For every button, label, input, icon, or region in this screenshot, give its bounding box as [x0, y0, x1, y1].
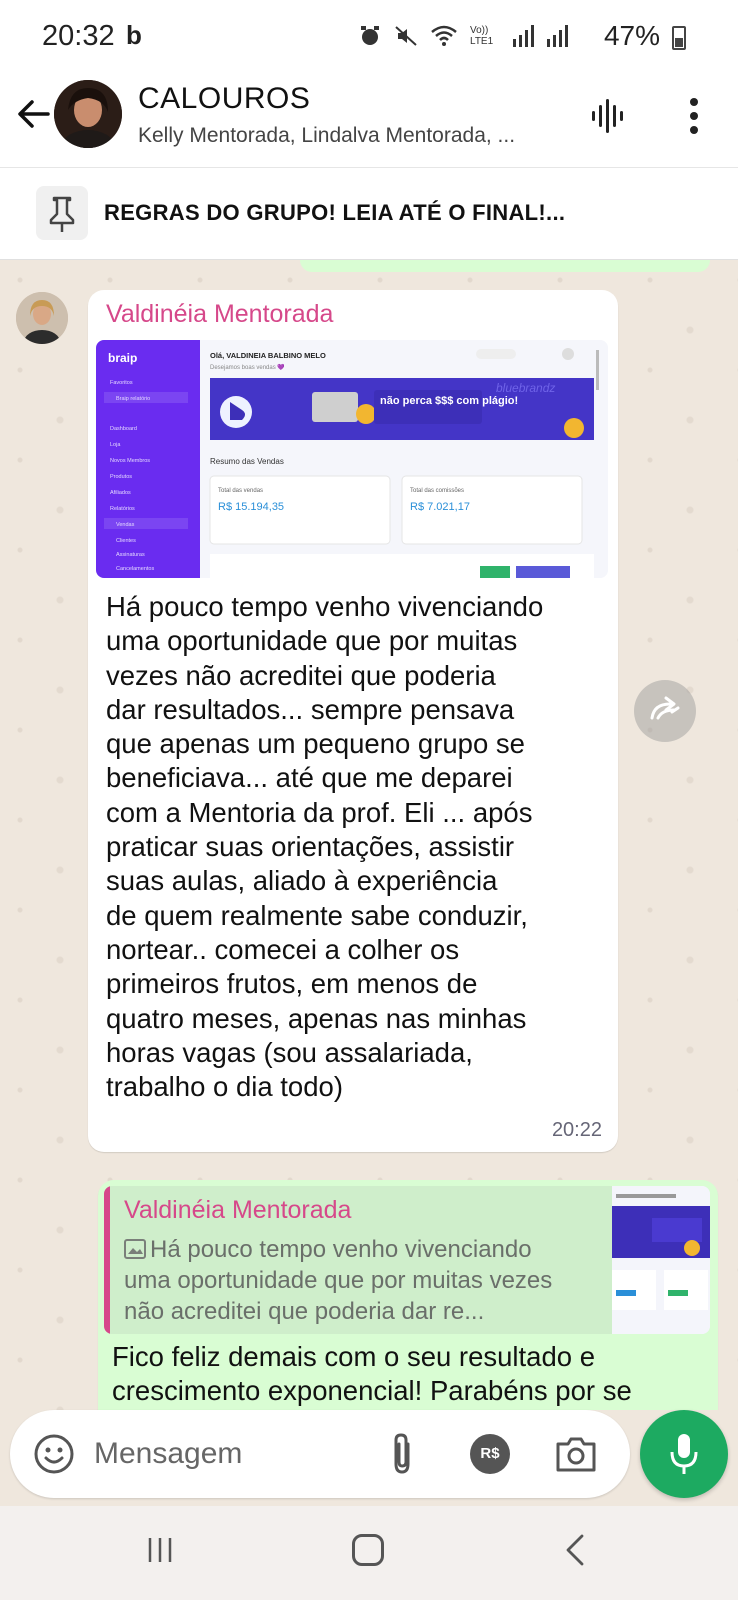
message-input[interactable] — [94, 1430, 364, 1478]
image-banner-text: não perca $$$ com plágio! — [380, 395, 518, 407]
image-sidebar-item: Favoritos — [110, 380, 133, 386]
image-icon — [124, 1239, 146, 1259]
camera-icon[interactable] — [554, 1434, 598, 1474]
pin-icon — [36, 186, 88, 240]
image-subgreeting: Desejamos boas vendas 💜 — [210, 363, 285, 371]
status-bar: 20:32 b Vo)) LTE1 47% — [0, 0, 738, 72]
mic-button[interactable] — [640, 1410, 728, 1498]
battery-icon — [672, 26, 686, 50]
sender-name[interactable]: Valdinéia Mentorada — [106, 300, 333, 329]
quoted-message[interactable]: Valdinéia Mentorada Há pouco tempo venho… — [104, 1186, 710, 1334]
nav-home-icon[interactable] — [352, 1534, 384, 1566]
carrier-icon: b — [126, 20, 142, 50]
image-sidebar-item: Clientes — [116, 538, 136, 544]
quote-thumbnail — [612, 1186, 710, 1334]
incoming-message-bubble[interactable]: Valdinéia Mentorada braip Favoritos Brai… — [88, 290, 618, 1152]
image-total-vendas-value: R$ 15.194,35 — [218, 501, 284, 513]
image-sidebar-item: Vendas — [116, 522, 135, 528]
emoji-icon[interactable] — [32, 1432, 76, 1476]
wifi-icon — [431, 25, 457, 46]
previous-bubble-edge — [300, 260, 710, 272]
status-icons: Vo)) LTE1 — [358, 24, 568, 48]
mute-icon — [395, 26, 417, 46]
image-greeting: Olá, VALDINEIA BALBINO MELO — [210, 351, 326, 360]
payment-icon[interactable]: R$ — [470, 1434, 510, 1474]
message-image[interactable]: braip Favoritos Braip relatório Dashboar… — [96, 340, 608, 578]
image-section-title: Resumo das Vendas — [210, 457, 284, 466]
message-text: Há pouco tempo venho vivenciando uma opo… — [106, 591, 544, 1103]
sender-avatar[interactable] — [16, 292, 68, 344]
system-nav-bar — [0, 1506, 738, 1600]
mic-icon — [670, 1434, 698, 1474]
chat-area[interactable]: Valdinéia Mentorada braip Favoritos Brai… — [0, 260, 738, 1410]
quote-bar — [104, 1186, 110, 1334]
signal-icon — [513, 25, 534, 47]
quote-sender-name: Valdinéia Mentorada — [124, 1196, 352, 1224]
image-sidebar-item: Assinaturas — [116, 552, 145, 558]
image-sidebar-item: Relatórios — [110, 506, 135, 512]
image-sidebar-item: Afiliados — [110, 490, 131, 496]
message-time: 20:22 — [551, 1119, 602, 1141]
image-total-comissoes-value: R$ 7.021,17 — [410, 501, 470, 513]
attach-icon[interactable] — [386, 1430, 418, 1478]
image-banner-watermark: bluebrandz — [496, 381, 555, 395]
status-time: 20:32 — [42, 20, 115, 52]
image-total-comissoes-label: Total das comissões — [410, 488, 464, 494]
image-brand: braip — [108, 351, 137, 365]
signal-icon-2 — [547, 25, 568, 47]
voice-chat-icon[interactable] — [590, 96, 630, 136]
image-total-vendas-label: Total das vendas — [218, 488, 263, 494]
group-members[interactable]: Kelly Mentorada, Lindalva Mentorada, ... — [138, 124, 515, 148]
image-sidebar-item: Braip relatório — [116, 396, 150, 402]
image-sidebar-item: Produtos — [110, 474, 132, 480]
quote-text: Há pouco tempo venho vivenciando uma opo… — [124, 1236, 553, 1325]
alarm-icon — [361, 26, 379, 45]
image-sidebar-item: Novos Membros — [110, 458, 150, 464]
chat-header: CALOUROS Kelly Mentorada, Lindalva Mento… — [0, 72, 738, 168]
group-title[interactable]: CALOUROS — [138, 82, 310, 116]
group-avatar[interactable] — [54, 80, 122, 148]
forward-icon — [650, 696, 680, 720]
pinned-message[interactable]: REGRAS DO GRUPO! LEIA ATÉ O FINAL!... — [0, 168, 738, 260]
network-label: Vo)) LTE1 — [470, 25, 494, 47]
quote-text-wrapper: Há pouco tempo venho vivenciando uma opo… — [124, 1234, 584, 1327]
pinned-text: REGRAS DO GRUPO! LEIA ATÉ O FINAL!... — [104, 200, 566, 225]
message-composer: R$ — [10, 1410, 630, 1498]
back-arrow-icon[interactable] — [12, 92, 56, 136]
forward-button[interactable] — [634, 680, 696, 742]
nav-back-icon[interactable] — [560, 1532, 590, 1568]
outgoing-message-text: Fico feliz demais com o seu resultado e … — [112, 1341, 632, 1406]
image-sidebar-item: Dashboard — [110, 426, 137, 432]
more-vert-icon[interactable] — [688, 96, 700, 136]
outgoing-message-bubble[interactable]: Valdinéia Mentorada Há pouco tempo venho… — [98, 1180, 718, 1410]
battery-percent: 47% — [603, 20, 660, 51]
nav-recent-icon[interactable] — [144, 1534, 176, 1566]
image-sidebar-item: Cancelamentos — [116, 566, 154, 572]
image-sidebar-item: Loja — [110, 442, 121, 448]
